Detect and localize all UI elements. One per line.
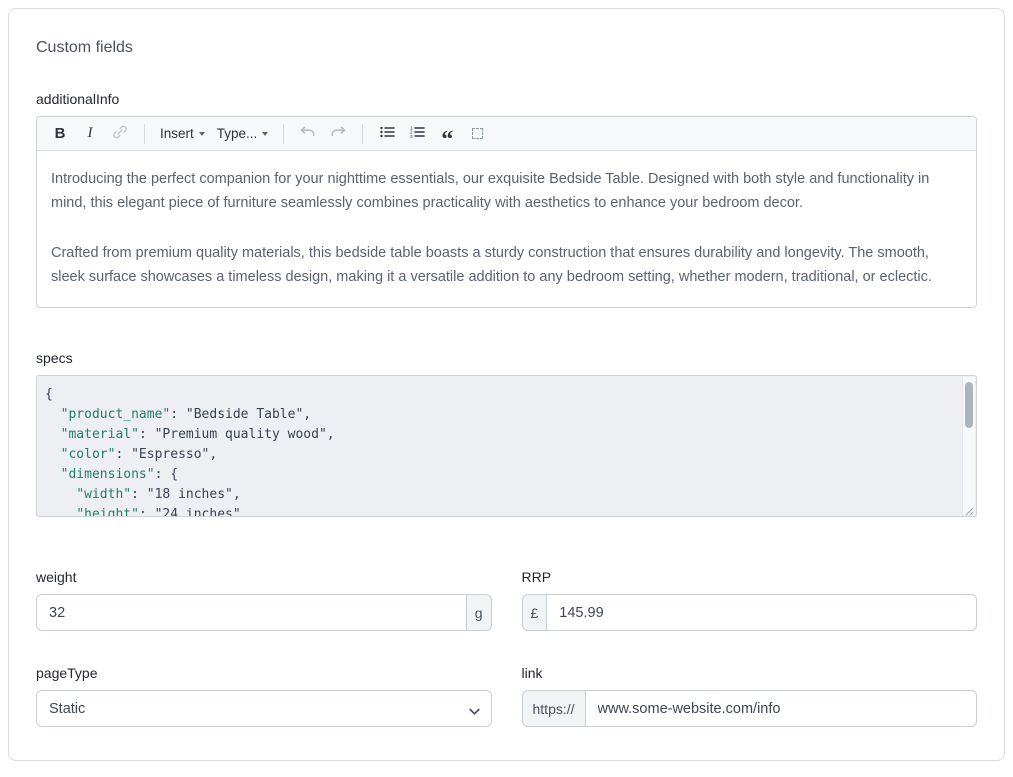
rich-text-editor: B I Insert Type... [36, 116, 977, 308]
blockquote-icon: “ [441, 123, 453, 145]
redo-icon [329, 124, 347, 143]
type-menu-label: Type... [217, 126, 258, 141]
additional-info-label: additionalInfo [36, 91, 977, 107]
paragraph: Crafted from premium quality materials, … [51, 241, 962, 289]
page-type-field: pageType Static [36, 665, 492, 727]
link-input[interactable] [586, 690, 977, 727]
page-type-select[interactable]: Static [36, 690, 492, 727]
rich-text-content[interactable]: Introducing the perfect companion for yo… [37, 151, 976, 307]
rrp-currency-addon: £ [522, 594, 548, 631]
ordered-list-button[interactable]: 1 2 3 [404, 121, 430, 147]
specs-label: specs [36, 350, 977, 366]
toolbar-divider [144, 124, 145, 144]
weight-field: weight g [36, 569, 492, 631]
page-title: Custom fields [36, 39, 977, 57]
weight-unit-addon: g [466, 594, 492, 631]
rrp-label: RRP [522, 569, 978, 585]
chevron-down-icon [199, 132, 205, 136]
blockquote-button[interactable]: “ [434, 121, 460, 147]
scrollbar-track[interactable] [962, 377, 975, 515]
type-menu-button[interactable]: Type... [213, 121, 273, 147]
link-label: link [522, 665, 978, 681]
toolbar-divider [283, 124, 284, 144]
link-field: link https:// [522, 665, 978, 727]
weight-input[interactable] [36, 594, 466, 631]
undo-icon [299, 124, 317, 143]
link-button[interactable] [107, 121, 133, 147]
resize-grip-icon[interactable] [963, 503, 974, 514]
svg-text:3: 3 [410, 134, 413, 139]
specs-code-editor[interactable]: { "product_name": "Bedside Table", "mate… [36, 375, 977, 517]
redo-button[interactable] [325, 121, 351, 147]
frame-icon [472, 128, 483, 139]
undo-button[interactable] [295, 121, 321, 147]
rrp-field: RRP £ [522, 569, 978, 631]
insert-menu-button[interactable]: Insert [156, 121, 209, 147]
rich-text-toolbar: B I Insert Type... [37, 117, 976, 151]
link-icon [112, 124, 128, 143]
page-type-selected-value: Static [49, 701, 85, 717]
frame-button[interactable] [464, 121, 490, 147]
bullet-list-icon [379, 124, 396, 143]
weight-label: weight [36, 569, 492, 585]
rrp-input[interactable] [547, 594, 977, 631]
ordered-list-icon: 1 2 3 [409, 124, 426, 143]
chevron-down-icon [262, 132, 268, 136]
custom-fields-card: Custom fields additionalInfo B I Insert [8, 8, 1005, 761]
toolbar-divider [362, 124, 363, 144]
bold-button[interactable]: B [47, 121, 73, 147]
scrollbar-thumb[interactable] [965, 382, 973, 428]
specs-code-content: { "product_name": "Bedside Table", "mate… [37, 376, 976, 517]
link-protocol-addon: https:// [522, 690, 586, 727]
page-type-label: pageType [36, 665, 492, 681]
italic-button[interactable]: I [77, 121, 103, 147]
chevron-down-icon [469, 704, 480, 720]
insert-menu-label: Insert [160, 126, 194, 141]
paragraph: Introducing the perfect companion for yo… [51, 167, 962, 215]
bullet-list-button[interactable] [374, 121, 400, 147]
